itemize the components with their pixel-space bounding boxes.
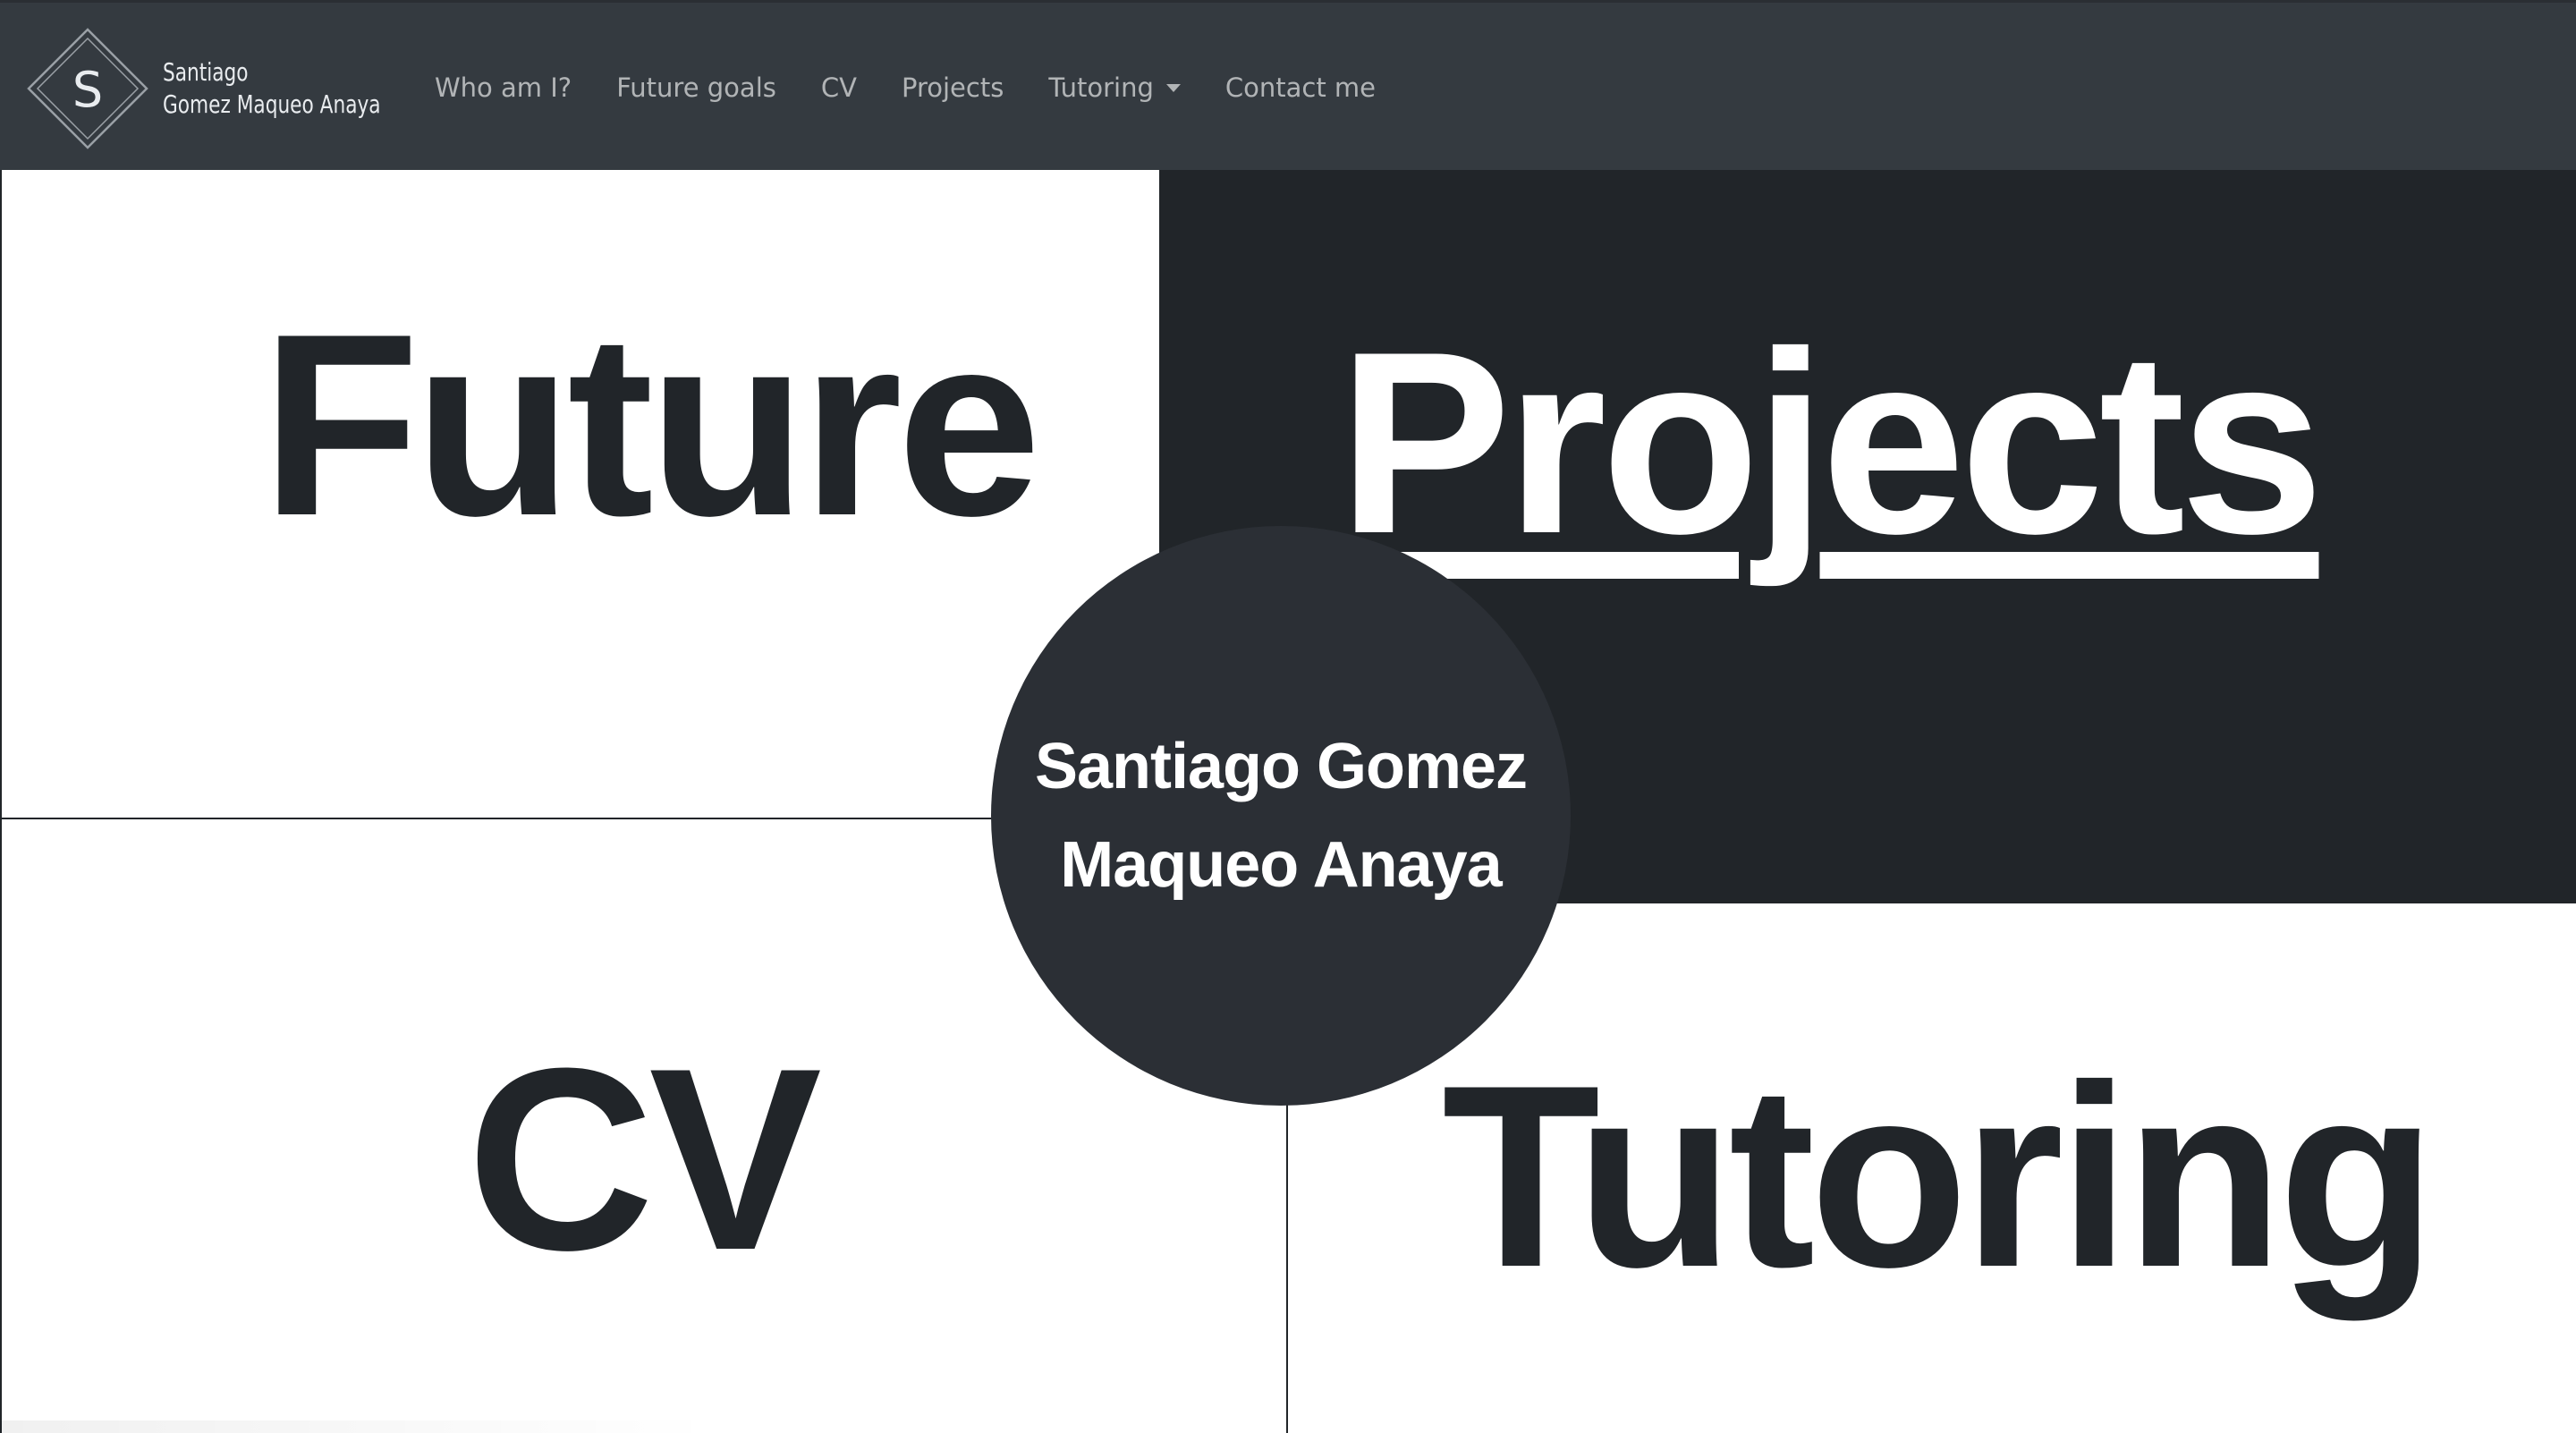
nav-link-future-goals[interactable]: Future goals: [616, 72, 776, 103]
nav-dropdown-tutoring-label: Tutoring: [1048, 72, 1154, 103]
future-tile-label: Future: [261, 280, 1041, 570]
brand-logo-icon: S: [25, 26, 150, 151]
cv-tile-label: CV: [467, 1014, 822, 1304]
brand-name: Santiago Gomez Maqueo Anaya: [163, 56, 381, 121]
top-navbar: S Santiago Gomez Maqueo Anaya Who am I? …: [0, 0, 2576, 170]
nav-link-who-am-i[interactable]: Who am I?: [435, 72, 572, 103]
future-tile[interactable]: Future: [0, 170, 1159, 819]
center-name: Santiago Gomez Maqueo Anaya: [1030, 717, 1531, 914]
center-name-line1: Santiago Gomez: [1034, 731, 1528, 802]
bottom-shadow: [0, 1420, 716, 1433]
projects-tile-label: Projects: [1338, 298, 2324, 588]
brand-name-line2: Gomez Maqueo Anaya: [163, 89, 381, 119]
nav-menu: Who am I? Future goals CV Projects Tutor…: [435, 3, 1420, 173]
center-name-line2: Maqueo Anaya: [1060, 829, 1502, 901]
brand-logo-letter: S: [72, 62, 103, 118]
nav-dropdown-tutoring[interactable]: Tutoring: [1048, 72, 1181, 103]
brand-name-line1: Santiago: [163, 57, 249, 87]
brand-link[interactable]: S Santiago Gomez Maqueo Anaya: [25, 26, 416, 151]
center-name-circle[interactable]: Santiago Gomez Maqueo Anaya: [991, 526, 1571, 1106]
nav-link-contact-me[interactable]: Contact me: [1225, 72, 1376, 103]
nav-link-cv[interactable]: CV: [821, 72, 857, 103]
nav-link-projects[interactable]: Projects: [902, 72, 1004, 103]
caret-down-icon: [1165, 83, 1181, 92]
tutoring-tile-label: Tutoring: [1442, 1031, 2436, 1321]
